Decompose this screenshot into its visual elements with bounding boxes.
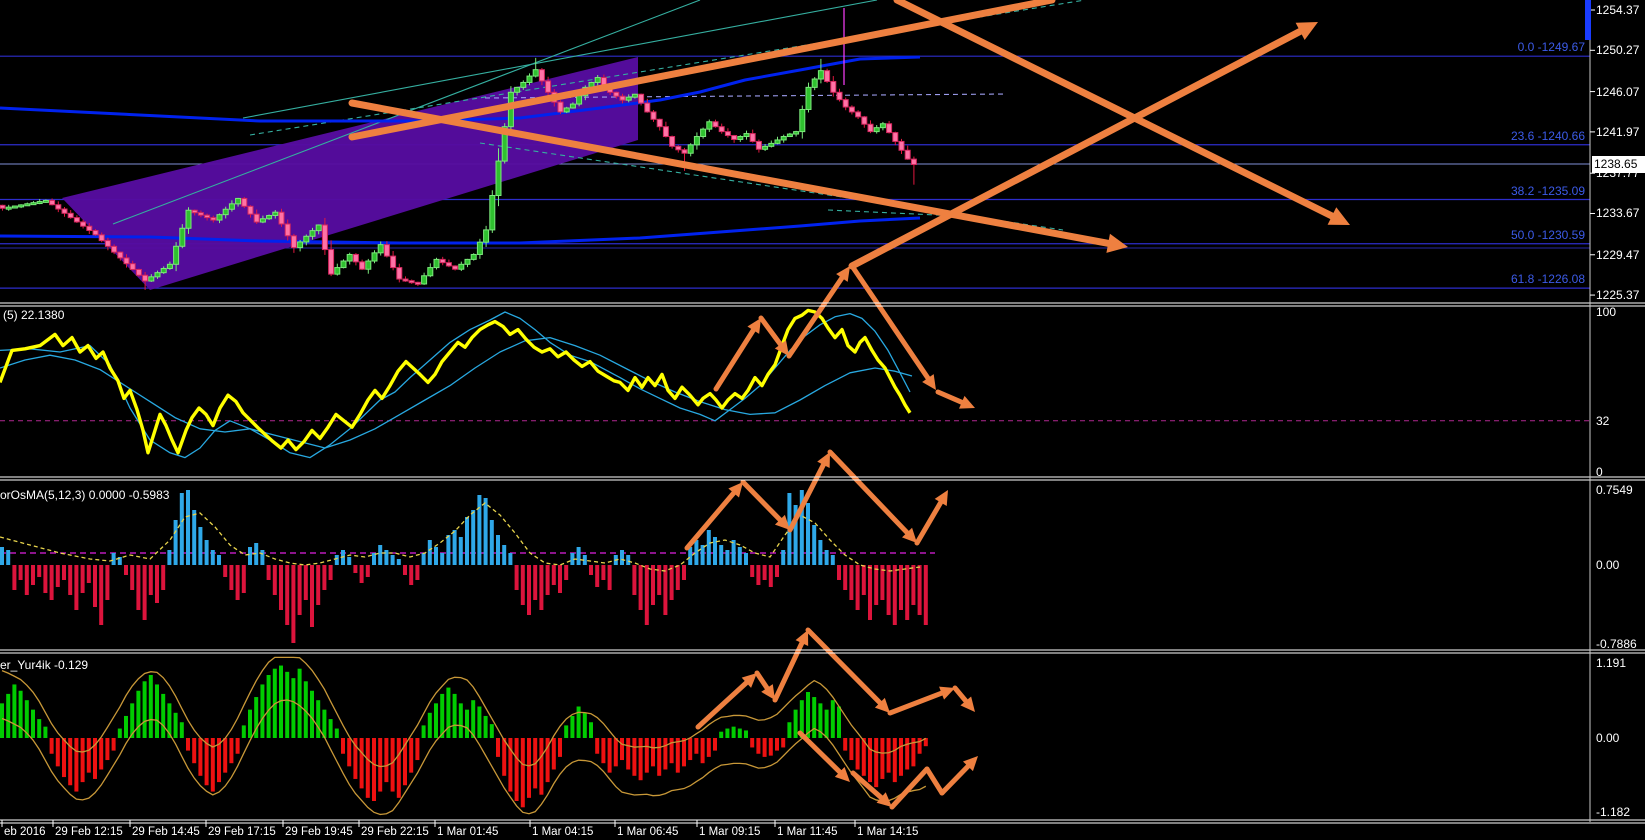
osma-panel-label: orOsMA(5,12,3) 0.0000 -0.5983 [0, 488, 170, 502]
stochastic-panel-label: (5) 22.1380 [3, 308, 65, 322]
time-axis[interactable] [0, 823, 1645, 840]
current-price-badge: 1238.65 [1592, 156, 1645, 173]
fib-level-label: 61.8 -1226.08 [1510, 272, 1585, 287]
trigger-panel-label: er_Yur4ik -0.129 [0, 658, 89, 672]
price-axis[interactable] [1591, 0, 1645, 822]
trading-chart-window: 0.0 -1249.67 23.6 -1240.66 38.2 -1235.09 50… [0, 0, 1645, 840]
fib-level-label: 38.2 -1235.09 [1510, 183, 1585, 198]
fib-level-label: 0.0 -1249.67 [1517, 40, 1585, 55]
fib-level-label: 23.6 -1240.66 [1510, 128, 1585, 143]
chart-canvas[interactable] [0, 0, 1645, 840]
price-axis-marker [1585, 0, 1591, 40]
fib-level-label: 50.0 -1230.59 [1510, 227, 1585, 242]
